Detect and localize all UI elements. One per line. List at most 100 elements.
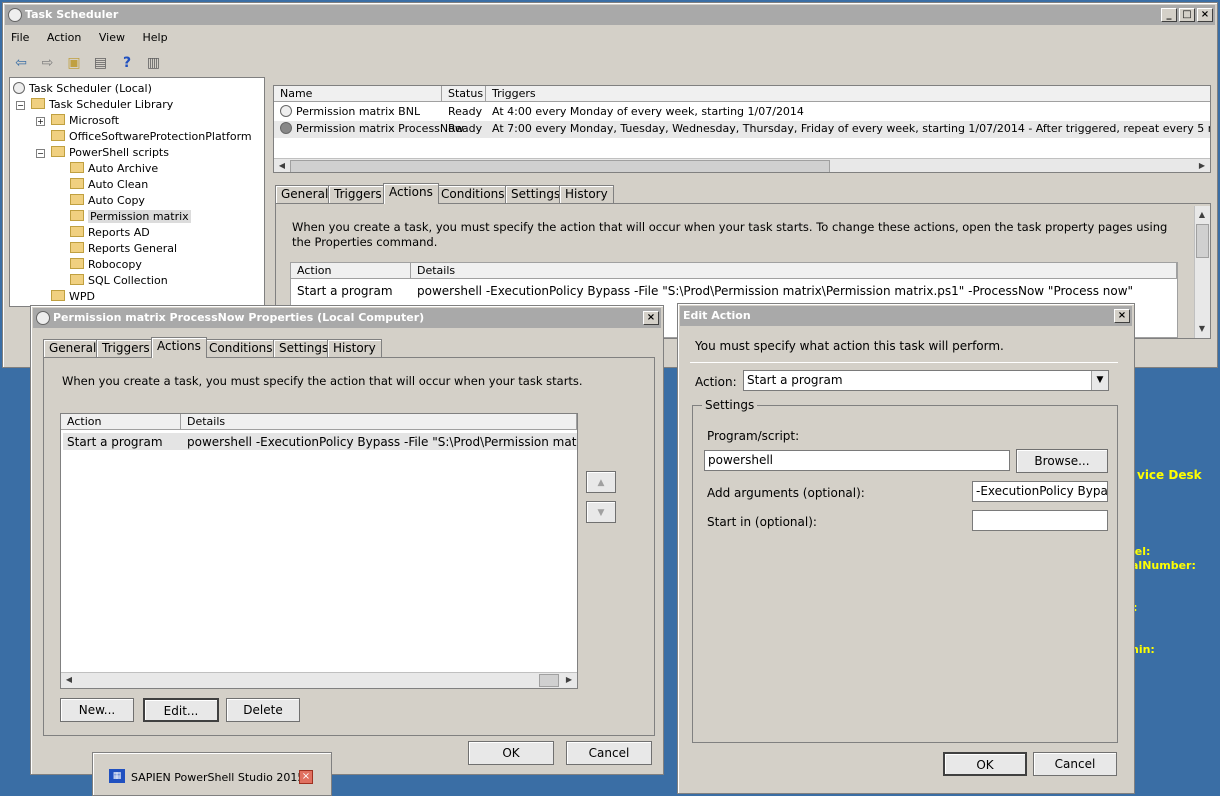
scroll-right-icon[interactable]: ▶ bbox=[562, 673, 576, 687]
minimize-button[interactable]: _ bbox=[1161, 8, 1177, 22]
tab-settings[interactable]: Settings bbox=[505, 185, 567, 203]
horizontal-scrollbar[interactable]: ◀ ▶ bbox=[274, 158, 1210, 172]
tree-item-permission-matrix[interactable]: Permission matrix bbox=[70, 209, 191, 225]
properties-actions-list: Action Details Start a program powershel… bbox=[60, 413, 578, 689]
menu-file[interactable]: File bbox=[11, 31, 29, 44]
close-button[interactable]: × bbox=[1114, 309, 1130, 323]
tab-conditions[interactable]: Conditions bbox=[203, 339, 279, 357]
tab-triggers[interactable]: Triggers bbox=[96, 339, 156, 357]
tab-general[interactable]: General bbox=[275, 185, 335, 203]
forward-arrow-icon[interactable]: ⇨ bbox=[38, 53, 58, 73]
edit-button[interactable]: Edit... bbox=[143, 698, 219, 722]
tab-actions[interactable]: Actions bbox=[151, 337, 207, 358]
menu-view[interactable]: View bbox=[99, 31, 125, 44]
ok-button[interactable]: OK bbox=[468, 741, 554, 765]
cancel-button[interactable]: Cancel bbox=[1033, 752, 1117, 776]
collapse-icon[interactable]: − bbox=[36, 149, 45, 158]
tree-item-office[interactable]: OfficeSoftwareProtectionPlatform bbox=[51, 129, 252, 145]
tree-item-robocopy[interactable]: Robocopy bbox=[70, 257, 142, 273]
folder-icon bbox=[70, 210, 84, 221]
detail-info-text: When you create a task, you must specify… bbox=[292, 220, 1168, 249]
maximize-button[interactable]: □ bbox=[1179, 8, 1195, 22]
action-select[interactable]: Start a program ▼ bbox=[743, 370, 1109, 391]
scroll-thumb[interactable] bbox=[290, 160, 830, 172]
tree-item-sql-collection[interactable]: SQL Collection bbox=[70, 273, 168, 289]
collapse-icon[interactable]: − bbox=[16, 101, 25, 110]
menu-action[interactable]: Action bbox=[47, 31, 81, 44]
tree-item-auto-clean[interactable]: Auto Clean bbox=[70, 177, 148, 193]
tree-item-auto-archive[interactable]: Auto Archive bbox=[70, 161, 158, 177]
scroll-up-icon[interactable]: ▲ bbox=[1195, 208, 1209, 222]
table-row[interactable]: Permission matrix ProcessNow Ready At 7:… bbox=[274, 121, 1210, 138]
close-icon[interactable]: × bbox=[299, 770, 313, 784]
scroll-left-icon[interactable]: ◀ bbox=[275, 159, 289, 172]
column-header-triggers[interactable]: Triggers bbox=[486, 86, 1210, 102]
folder-icon bbox=[51, 290, 65, 301]
scroll-down-icon[interactable]: ▼ bbox=[1195, 322, 1209, 336]
column-header-details[interactable]: Details bbox=[411, 263, 1177, 279]
tab-settings[interactable]: Settings bbox=[273, 339, 335, 357]
tree-item-wpd[interactable]: WPD bbox=[51, 289, 95, 305]
up-folder-icon[interactable]: ▣ bbox=[64, 53, 84, 73]
clock-icon bbox=[36, 311, 50, 325]
cancel-button[interactable]: Cancel bbox=[566, 741, 652, 765]
new-button[interactable]: New... bbox=[60, 698, 134, 722]
tree-item-powershell-scripts[interactable]: − PowerShell scripts bbox=[36, 145, 169, 161]
task-status-cell: Ready bbox=[448, 122, 483, 135]
tree-item-auto-copy[interactable]: Auto Copy bbox=[70, 193, 145, 209]
close-button[interactable]: × bbox=[643, 311, 659, 325]
scroll-right-icon[interactable]: ▶ bbox=[1195, 159, 1209, 172]
horizontal-scrollbar[interactable]: ◀ ▶ bbox=[61, 672, 577, 688]
tree-item-root[interactable]: Task Scheduler (Local) bbox=[13, 81, 152, 97]
toolbar: ⇦ ⇨ ▣ ▤ ? ▥ bbox=[11, 53, 167, 77]
back-arrow-icon[interactable]: ⇦ bbox=[11, 53, 31, 73]
column-header-status[interactable]: Status bbox=[442, 86, 486, 102]
column-header-details[interactable]: Details bbox=[181, 414, 577, 430]
scroll-thumb[interactable] bbox=[539, 674, 559, 687]
expand-icon[interactable]: + bbox=[36, 117, 45, 126]
help-icon[interactable]: ? bbox=[117, 53, 137, 73]
separator bbox=[690, 362, 1118, 363]
task-scheduler-icon bbox=[8, 8, 22, 22]
move-down-button[interactable]: ▼ bbox=[586, 501, 616, 523]
settings-group-label: Settings bbox=[702, 398, 758, 412]
taskbar-item[interactable]: ▦ SAPIEN PowerShell Studio 2015 × bbox=[92, 752, 332, 796]
scroll-thumb[interactable] bbox=[1196, 224, 1209, 258]
column-header-name[interactable]: Name bbox=[274, 86, 442, 102]
table-row[interactable]: Start a program powershell -ExecutionPol… bbox=[63, 433, 577, 450]
move-up-button[interactable]: ▲ bbox=[586, 471, 616, 493]
tab-actions[interactable]: Actions bbox=[383, 183, 439, 204]
tab-triggers[interactable]: Triggers bbox=[328, 185, 388, 203]
scroll-left-icon[interactable]: ◀ bbox=[62, 673, 76, 687]
program-script-input[interactable]: powershell bbox=[704, 450, 1010, 471]
show-action-pane-icon[interactable]: ▥ bbox=[144, 53, 164, 73]
tab-history[interactable]: History bbox=[559, 185, 614, 203]
tree-item-microsoft[interactable]: + Microsoft bbox=[36, 113, 119, 129]
action-cell: Start a program bbox=[67, 435, 163, 449]
action-cell[interactable]: Start a program bbox=[297, 283, 393, 299]
folder-icon bbox=[70, 274, 84, 285]
chevron-down-icon[interactable]: ▼ bbox=[1091, 371, 1108, 390]
tree-item-reports-general[interactable]: Reports General bbox=[70, 241, 177, 257]
tab-conditions[interactable]: Conditions bbox=[435, 185, 511, 203]
vertical-scrollbar[interactable]: ▲ ▼ bbox=[1194, 206, 1210, 338]
menu-help[interactable]: Help bbox=[142, 31, 167, 44]
arguments-input[interactable]: -ExecutionPolicy Bypass bbox=[972, 481, 1108, 502]
table-row[interactable]: Permission matrix BNL Ready At 4:00 ever… bbox=[274, 104, 1210, 121]
tab-history[interactable]: History bbox=[327, 339, 382, 357]
show-hide-pane-icon[interactable]: ▤ bbox=[91, 53, 111, 73]
taskbar-item-label: SAPIEN PowerShell Studio 2015 bbox=[131, 771, 305, 784]
close-button[interactable]: × bbox=[1197, 8, 1213, 22]
start-in-input[interactable] bbox=[972, 510, 1108, 531]
folder-icon bbox=[51, 146, 65, 157]
browse-button[interactable]: Browse... bbox=[1016, 449, 1108, 473]
column-header-action[interactable]: Action bbox=[61, 414, 181, 430]
ok-button[interactable]: OK bbox=[943, 752, 1027, 776]
tree-item-reports-ad[interactable]: Reports AD bbox=[70, 225, 150, 241]
tab-general[interactable]: General bbox=[43, 339, 103, 357]
tree-item-library[interactable]: − Task Scheduler Library bbox=[16, 97, 173, 113]
column-header-action[interactable]: Action bbox=[291, 263, 411, 279]
delete-button[interactable]: Delete bbox=[226, 698, 300, 722]
edit-action-title: Edit Action bbox=[683, 309, 751, 322]
details-cell[interactable]: powershell -ExecutionPolicy Bypass -File… bbox=[417, 283, 1177, 299]
